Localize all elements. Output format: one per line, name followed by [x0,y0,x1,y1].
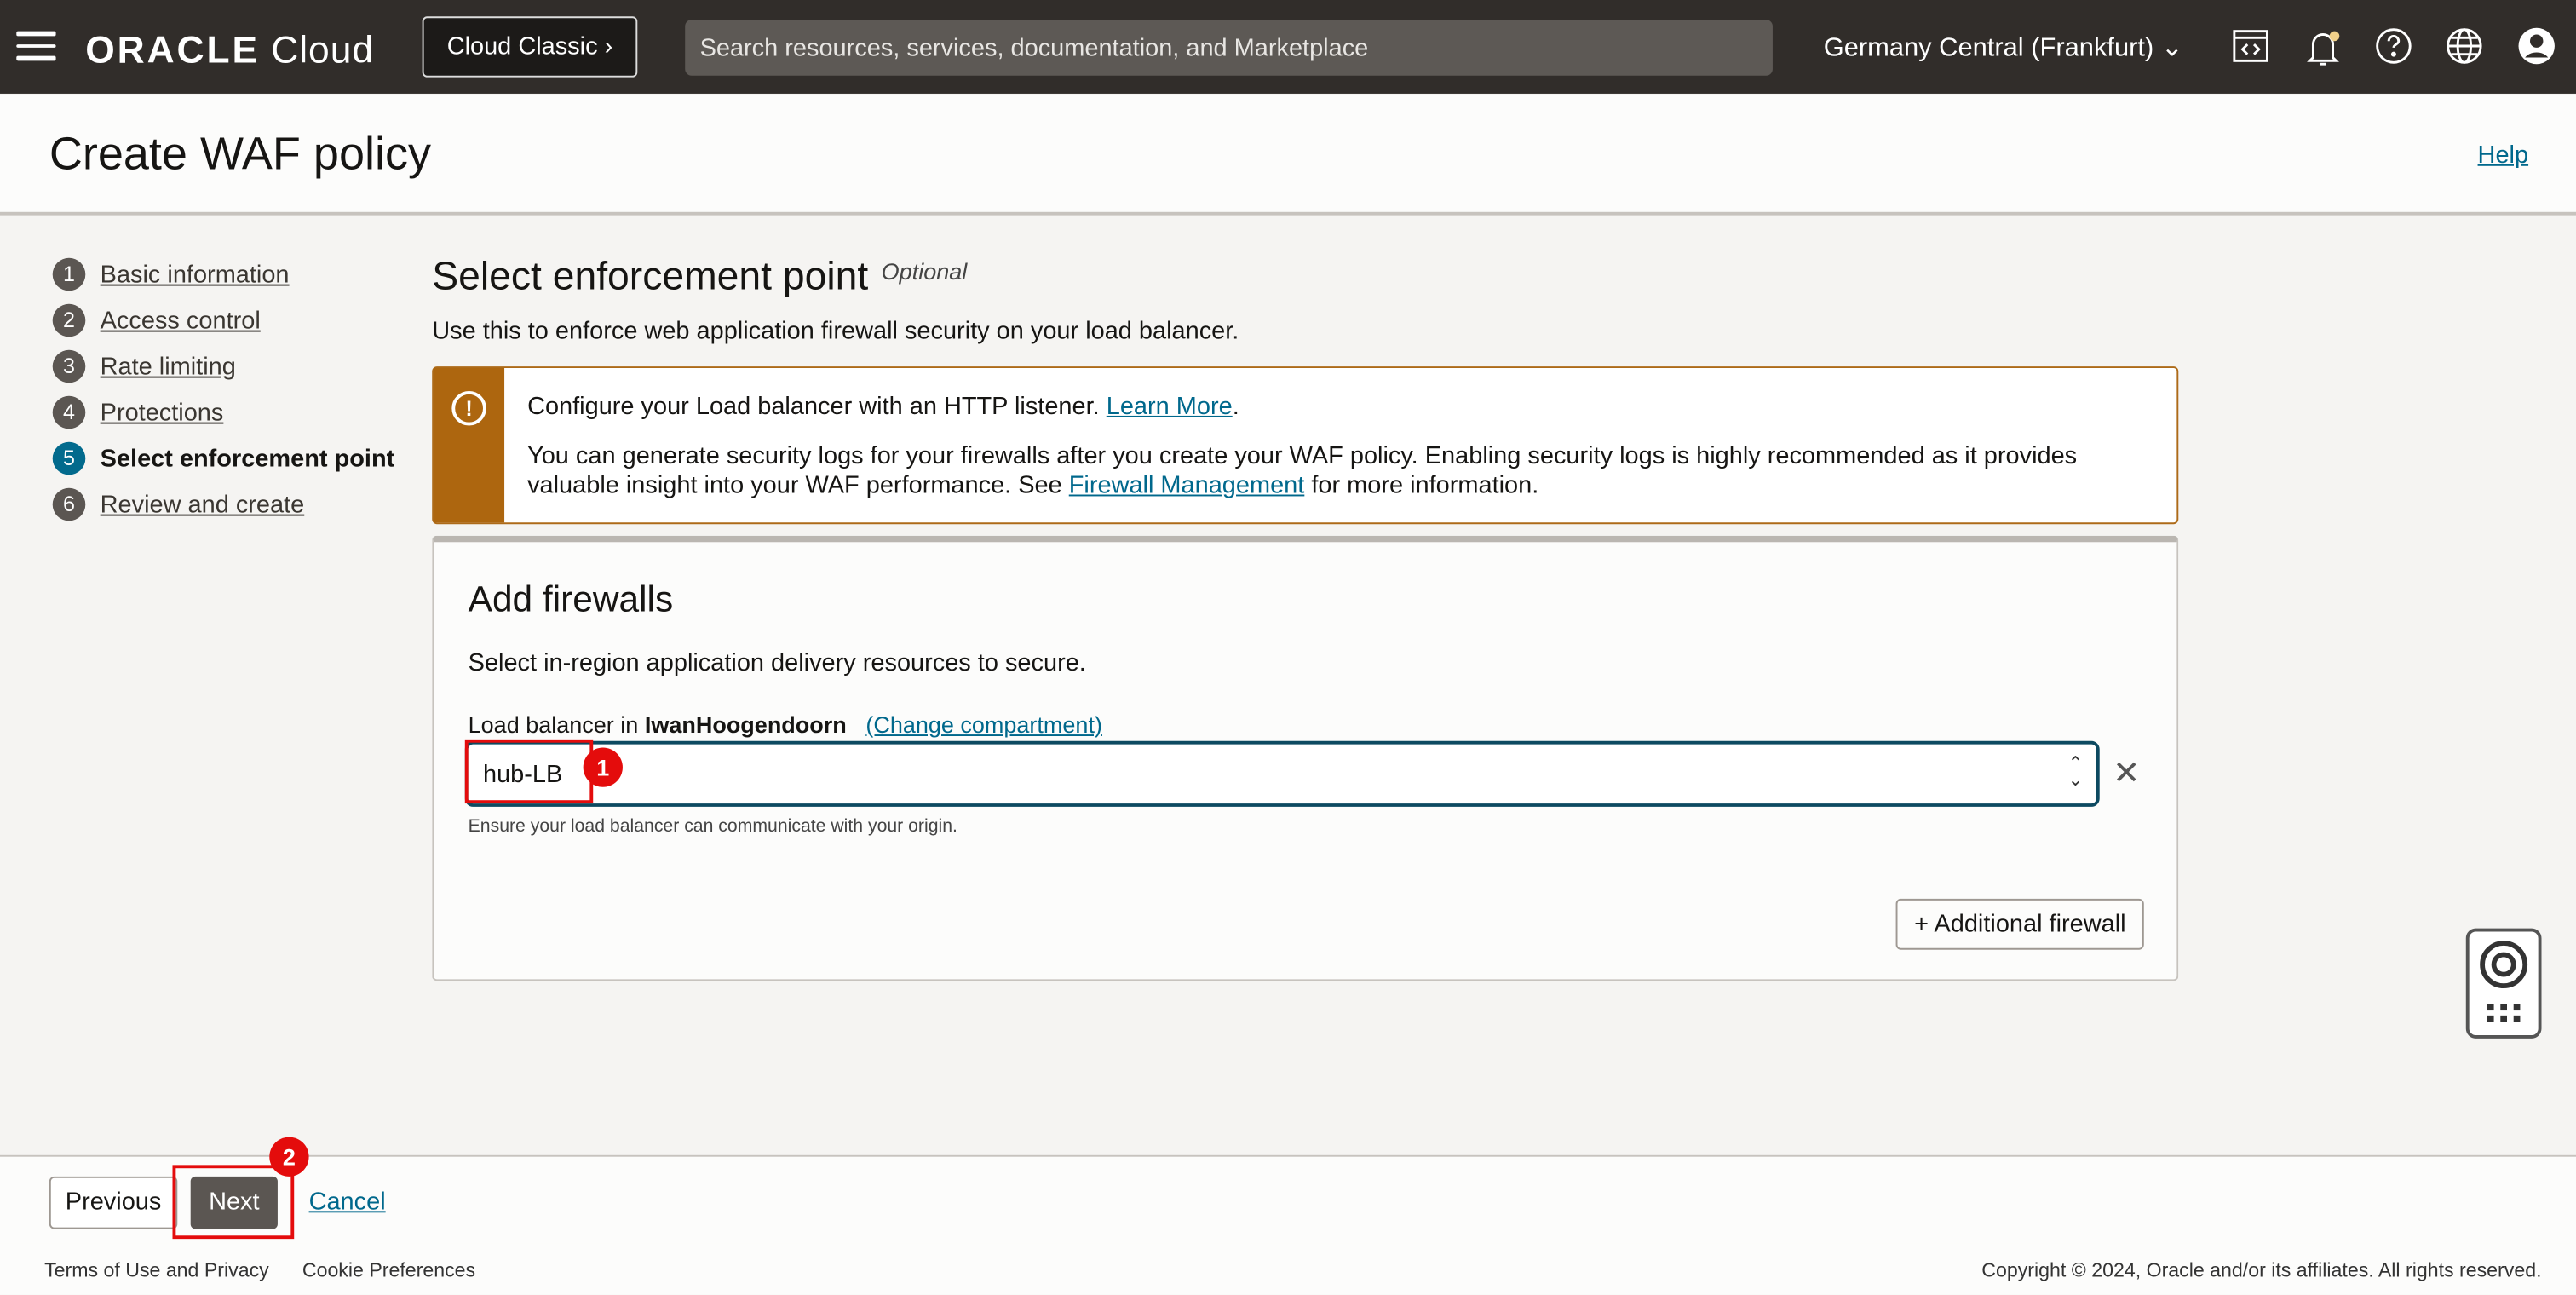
step-select-enforcement-point: 5 Select enforcement point [52,435,395,481]
step-review-and-create[interactable]: 6 Review and create [52,481,395,527]
step-protections[interactable]: 4 Protections [52,389,395,435]
lifebuoy-icon [2480,941,2528,1022]
change-compartment-link[interactable]: (Change compartment) [865,711,1102,738]
copyright-text: Copyright © 2024, Oracle and/or its affi… [1981,1258,2542,1282]
alert-text: for more information. [1311,471,1539,500]
load-balancer-label: Load balancer in IwanHoogendoorn (Change… [469,711,1102,738]
chevron-down-icon: ⌄ [2160,34,2183,63]
load-balancer-select[interactable]: hub-LB ⌃ ⌄ [464,740,2100,807]
oracle-cloud-logo[interactable]: ORACLE Cloud [85,28,374,72]
section-title: Select enforcement point Optional [432,255,967,301]
cloud-classic-button[interactable]: Cloud Classic › [422,16,638,78]
wizard-steps: 1 Basic information 2 Access control 3 Rate… [52,251,395,527]
step-current-label: Select enforcement point [100,444,395,473]
alert-line-1: Configure your Load balancer with an HTT… [527,392,1239,421]
language-globe-icon[interactable] [2443,26,2486,69]
annotation-badge-2: 2 [269,1137,309,1177]
remove-firewall-icon[interactable]: ✕ [2113,752,2140,793]
card-description: Select in-region application delivery re… [468,648,1086,677]
logo-cloud: Cloud [271,27,374,71]
step-number: 6 [52,487,86,521]
page-footer: Terms of Use and Privacy Cookie Preferen… [0,1243,2576,1295]
optional-label: Optional [881,257,968,285]
highlight-box-1 [464,739,594,804]
user-avatar-icon[interactable] [2516,26,2558,69]
warning-alert: ! Configure your Load balancer with an H… [432,366,2179,525]
hamburger-menu-icon[interactable] [16,31,56,61]
add-firewalls-card: Add firewalls Select in-region applicati… [432,535,2179,981]
help-link[interactable]: Help [2478,141,2529,170]
page-header: Create WAF policy Help [0,95,2576,216]
step-basic-information[interactable]: 1 Basic information [52,251,395,297]
compartment-name: IwanHoogendoorn [644,711,847,738]
help-icon[interactable] [2372,26,2415,69]
notifications-bell-icon[interactable] [2302,26,2344,69]
help-widget[interactable] [2465,928,2542,1039]
top-nav-bar: ORACLE Cloud Cloud Classic › Search reso… [0,0,2576,94]
lb-label-text: Load balancer in [468,711,639,738]
step-link[interactable]: Access control [101,307,261,335]
step-rate-limiting[interactable]: 3 Rate limiting [52,343,395,389]
cookie-preferences-link[interactable]: Cookie Preferences [302,1258,475,1281]
step-access-control[interactable]: 2 Access control [52,297,395,343]
select-arrows-icon: ⌃ ⌄ [2067,754,2084,791]
cancel-link[interactable]: Cancel [309,1188,386,1216]
step-number: 1 [52,257,86,291]
region-selector[interactable]: Germany Central (Frankfurt) ⌄ [1824,32,2183,65]
alert-line-2: You can generate security logs for your … [527,442,2153,501]
section-description: Use this to enforce web application fire… [432,317,1239,345]
learn-more-link[interactable]: Learn More [1107,393,1233,421]
firewall-management-link[interactable]: Firewall Management [1069,471,1305,499]
warning-icon: ! [451,390,486,426]
step-link[interactable]: Review and create [101,491,305,519]
code-editor-icon[interactable] [2229,26,2272,69]
section-title-text: Select enforcement point [432,254,869,299]
region-label: Germany Central (Frankfurt) [1823,34,2154,63]
step-number: 3 [52,349,86,383]
terms-link[interactable]: Terms of Use and Privacy [44,1258,269,1281]
field-hint: Ensure your load balancer can communicat… [468,816,957,837]
step-number: 4 [52,395,86,429]
annotation-badge-1: 1 [583,747,623,787]
card-title: Add firewalls [468,578,674,620]
search-input[interactable]: Search resources, services, documentatio… [685,20,1773,76]
previous-button[interactable]: Previous [49,1176,178,1229]
logo-oracle: ORACLE [85,27,260,71]
step-link[interactable]: Rate limiting [101,353,236,381]
alert-text: Configure your Load balancer with an HTT… [527,392,1100,421]
page-title: Create WAF policy [49,128,431,180]
step-number: 2 [52,303,86,337]
step-link[interactable]: Protections [101,399,224,427]
wizard-actions-bar: Previous Next Cancel [0,1154,2576,1244]
additional-firewall-button[interactable]: + Additional firewall [1895,898,2144,950]
step-link[interactable]: Basic information [101,261,290,289]
step-number: 5 [52,441,86,475]
highlight-box-2 [172,1165,295,1240]
